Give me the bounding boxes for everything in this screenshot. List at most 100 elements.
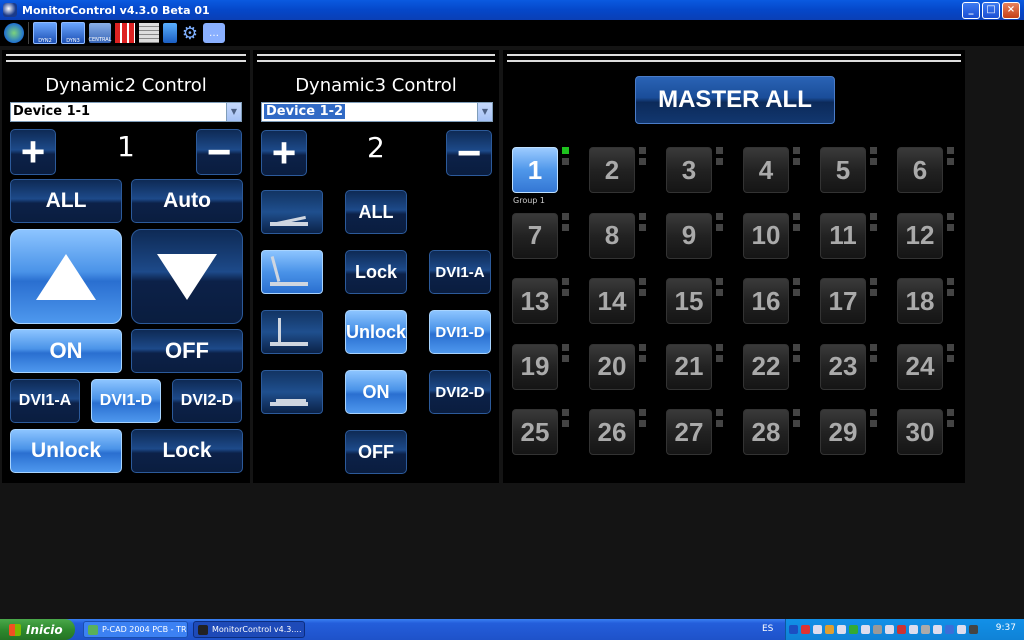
tray-icon[interactable] bbox=[861, 625, 870, 634]
monitor-cell-27[interactable]: 27 bbox=[666, 409, 712, 455]
monitor-cell-17[interactable]: 17 bbox=[820, 278, 866, 324]
central-icon[interactable]: CENTRAL bbox=[89, 23, 111, 43]
monitor-tilt-button[interactable] bbox=[261, 250, 323, 294]
dvi1-d-button[interactable]: DVI1-D bbox=[429, 310, 491, 354]
monitor-cell-20[interactable]: 20 bbox=[589, 343, 635, 390]
dvi1-d-button[interactable]: DVI1-D bbox=[91, 379, 161, 423]
close-button[interactable]: × bbox=[1002, 2, 1020, 19]
off-button[interactable]: OFF bbox=[345, 430, 407, 474]
all-button[interactable]: ALL bbox=[345, 190, 407, 234]
tray-icon[interactable] bbox=[813, 625, 822, 634]
monitor-cell-5[interactable]: 5 bbox=[820, 147, 866, 193]
taskbar-item-monitorcontrol[interactable]: MonitorControl v4.3.... bbox=[193, 621, 305, 638]
book-icon[interactable] bbox=[163, 23, 177, 43]
tray-icon[interactable] bbox=[849, 625, 858, 634]
taskbar-item-pcad[interactable]: P-CAD 2004 PCB - TR... bbox=[83, 621, 188, 638]
monitor-cell-29[interactable]: 29 bbox=[820, 409, 866, 455]
tray-icon[interactable] bbox=[933, 625, 942, 634]
dvi2-d-button[interactable]: DVI2-D bbox=[429, 370, 491, 414]
device-select[interactable]: Device 1-1 ▼ bbox=[10, 102, 242, 122]
start-button[interactable]: Inicio bbox=[0, 619, 75, 640]
tray-icon[interactable] bbox=[957, 625, 966, 634]
status-led bbox=[793, 278, 800, 285]
chevron-down-icon[interactable]: ▼ bbox=[226, 103, 241, 121]
shield-check-icon[interactable] bbox=[4, 23, 24, 43]
monitor-cell-21[interactable]: 21 bbox=[666, 343, 712, 390]
monitor-cell-2[interactable]: 2 bbox=[589, 147, 635, 193]
auto-button[interactable]: Auto bbox=[131, 179, 243, 223]
chevron-down-icon[interactable]: ▼ bbox=[477, 103, 492, 121]
dvi2-d-button[interactable]: DVI2-D bbox=[172, 379, 242, 423]
monitor-cell-10[interactable]: 10 bbox=[743, 212, 789, 259]
monitor-open-icon bbox=[276, 399, 306, 402]
status-led bbox=[793, 223, 800, 231]
dvi1-a-button[interactable]: DVI1-A bbox=[429, 250, 491, 294]
dynamic3-monitor-icon[interactable]: DYN3 bbox=[61, 22, 85, 44]
monitor-cell-11[interactable]: 11 bbox=[820, 212, 866, 259]
monitor-cell-6[interactable]: 6 bbox=[897, 147, 943, 193]
chat-icon[interactable]: … bbox=[203, 23, 225, 43]
monitor-open-button[interactable] bbox=[261, 370, 323, 414]
monitor-cell-13[interactable]: 13 bbox=[512, 278, 558, 324]
tray-icon[interactable] bbox=[921, 625, 930, 634]
decrement-button[interactable]: − bbox=[446, 130, 492, 176]
increment-button[interactable]: + bbox=[10, 129, 56, 175]
tilt-down-button[interactable] bbox=[131, 229, 243, 324]
tray-icon[interactable] bbox=[885, 625, 894, 634]
tray-icon[interactable] bbox=[897, 625, 906, 634]
monitor-cell-16[interactable]: 16 bbox=[743, 278, 789, 324]
dynamic2-monitor-icon[interactable]: DYN2 bbox=[33, 22, 57, 44]
list-icon[interactable] bbox=[139, 23, 159, 43]
monitor-upright-button[interactable] bbox=[261, 310, 323, 354]
monitor-cell-3[interactable]: 3 bbox=[666, 147, 712, 193]
monitor-cell-14[interactable]: 14 bbox=[589, 278, 635, 324]
all-button[interactable]: ALL bbox=[10, 179, 122, 223]
grid-red-icon[interactable] bbox=[115, 23, 135, 43]
lock-button[interactable]: Lock bbox=[345, 250, 407, 294]
increment-button[interactable]: + bbox=[261, 130, 307, 176]
off-button[interactable]: OFF bbox=[131, 329, 243, 373]
monitor-cell-28[interactable]: 28 bbox=[743, 409, 789, 455]
tilt-up-button[interactable] bbox=[10, 229, 122, 324]
on-button[interactable]: ON bbox=[345, 370, 407, 414]
tray-icon[interactable] bbox=[909, 625, 918, 634]
monitor-cell-9[interactable]: 9 bbox=[666, 212, 712, 259]
monitor-cell-26[interactable]: 26 bbox=[589, 409, 635, 455]
monitor-flat-button[interactable] bbox=[261, 190, 323, 234]
monitor-cell-8[interactable]: 8 bbox=[589, 212, 635, 259]
lock-button[interactable]: Lock bbox=[131, 429, 243, 473]
minimize-button[interactable]: _ bbox=[962, 2, 980, 19]
gear-icon[interactable]: ⚙ bbox=[181, 23, 199, 44]
tray-icon[interactable] bbox=[837, 625, 846, 634]
pcad-app-icon bbox=[88, 624, 98, 635]
monitor-cell-23[interactable]: 23 bbox=[820, 343, 866, 390]
title-bar[interactable]: MonitorControl v4.3.0 Beta 01 _ □ × bbox=[0, 0, 1024, 20]
monitor-cell-22[interactable]: 22 bbox=[743, 343, 789, 390]
dvi1-a-button[interactable]: DVI1-A bbox=[10, 379, 80, 423]
language-indicator[interactable]: ES bbox=[762, 624, 773, 634]
unlock-button[interactable]: Unlock bbox=[10, 429, 122, 473]
maximize-button[interactable]: □ bbox=[982, 2, 1000, 19]
tray-icon[interactable] bbox=[801, 625, 810, 634]
taskbar-item-label: P-CAD 2004 PCB - TR... bbox=[102, 625, 188, 634]
monitor-cell-25[interactable]: 25 bbox=[512, 409, 558, 455]
monitor-cell-15[interactable]: 15 bbox=[666, 278, 712, 324]
master-all-button[interactable]: MASTER ALL bbox=[635, 76, 835, 124]
monitor-cell-4[interactable]: 4 bbox=[743, 147, 789, 193]
tray-icon[interactable] bbox=[969, 625, 978, 634]
monitor-cell-7[interactable]: 7 bbox=[512, 212, 558, 259]
tray-icon[interactable] bbox=[789, 625, 798, 634]
tray-icon[interactable] bbox=[825, 625, 834, 634]
monitor-cell-1[interactable]: 1 bbox=[512, 147, 558, 193]
monitor-cell-24[interactable]: 24 bbox=[897, 343, 943, 390]
monitor-cell-19[interactable]: 19 bbox=[512, 343, 558, 390]
monitor-cell-18[interactable]: 18 bbox=[897, 278, 943, 324]
on-button[interactable]: ON bbox=[10, 329, 122, 373]
device-select[interactable]: Device 1-2 ▼ bbox=[261, 102, 493, 122]
unlock-button[interactable]: Unlock bbox=[345, 310, 407, 354]
tray-icon[interactable] bbox=[873, 625, 882, 634]
monitor-cell-12[interactable]: 12 bbox=[897, 212, 943, 259]
tray-icon[interactable] bbox=[945, 625, 954, 634]
decrement-button[interactable]: − bbox=[196, 129, 242, 175]
monitor-cell-30[interactable]: 30 bbox=[897, 409, 943, 455]
